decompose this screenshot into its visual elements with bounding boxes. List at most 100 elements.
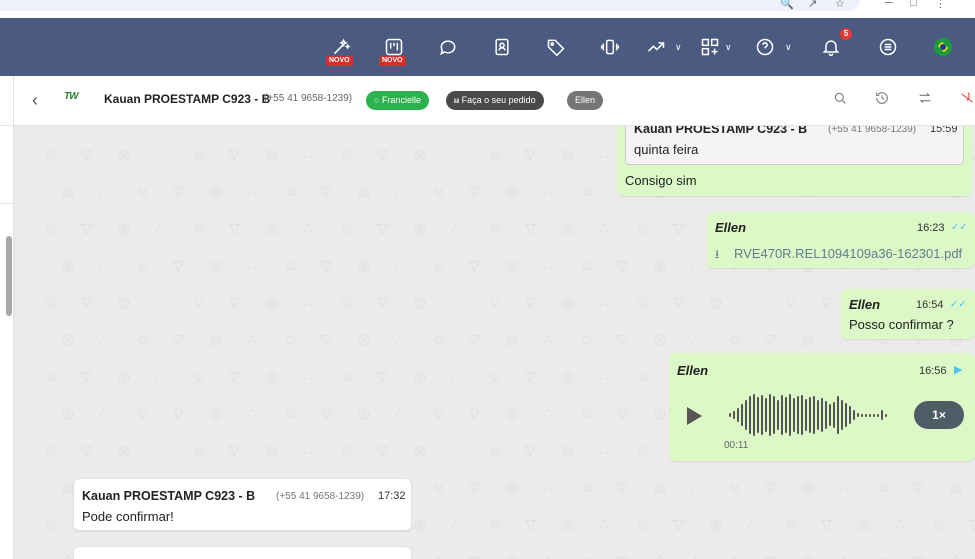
- brazil-flag-icon[interactable]: [934, 38, 952, 56]
- pattern-glyph: ∴: [394, 331, 404, 347]
- kanban-icon[interactable]: [383, 18, 405, 76]
- pattern-glyph: ◎: [506, 553, 518, 559]
- pattern-glyph: ◎: [357, 257, 370, 273]
- bookmark-star-icon[interactable]: ☆: [835, 0, 845, 10]
- chevron-down-icon[interactable]: ∨: [675, 42, 682, 53]
- pattern-glyph: ∴: [302, 146, 312, 162]
- pattern-glyph: ∴: [98, 331, 108, 347]
- message-sender: Kauan PROESTAMP C923 - B: [82, 489, 256, 503]
- double-check-icon: ✓✓: [951, 222, 968, 233]
- vibrate-phone-icon[interactable]: [598, 18, 622, 76]
- top-navigation-bar: NOVO NOVO ∨ ∨ ∨ 5: [0, 18, 975, 76]
- agent-tag[interactable]: ○ Francielle: [366, 91, 429, 110]
- pattern-glyph: ◎: [209, 183, 222, 199]
- pattern-glyph: ☺: [283, 183, 299, 199]
- pattern-glyph: ◎: [209, 331, 222, 347]
- trending-up-icon[interactable]: [645, 18, 667, 76]
- pattern-glyph: ☺: [487, 516, 503, 532]
- waveform-bar: [877, 413, 879, 417]
- message-text: Posso confirmar ?: [849, 317, 954, 332]
- magic-wand-icon[interactable]: [330, 18, 352, 76]
- pattern-glyph: ☺: [339, 146, 355, 162]
- user-tag[interactable]: Ellen: [567, 91, 604, 110]
- pattern-glyph: ☺: [191, 368, 207, 384]
- close-conversation-icon[interactable]: [959, 90, 975, 110]
- pattern-glyph: ☺: [432, 553, 446, 559]
- pattern-glyph: ▽: [172, 257, 184, 273]
- waveform-bar: [881, 410, 883, 420]
- file-link[interactable]: RVE470R.REL1094109a36-162301.pdf: [734, 246, 962, 261]
- pattern-glyph: ▽: [228, 146, 240, 162]
- pattern-glyph: ▽: [376, 294, 388, 310]
- pattern-glyph: ▽: [80, 294, 92, 310]
- pattern-glyph: ▽: [469, 553, 480, 559]
- waveform-bar: [845, 403, 847, 427]
- pattern-glyph: ∴: [302, 220, 312, 236]
- extensions-icon[interactable]: □: [910, 0, 917, 9]
- pattern-glyph: ∴: [894, 516, 904, 532]
- download-icon[interactable]: ⭳: [715, 245, 719, 266]
- chat-bubbles-icon[interactable]: [437, 18, 459, 76]
- order-tag[interactable]: ⩏ Faça o seu pedido: [446, 91, 544, 110]
- message-time: 16:23: [917, 222, 945, 234]
- pattern-glyph: ▽: [764, 479, 776, 495]
- pattern-glyph: ☺: [43, 220, 59, 236]
- contact-book-icon[interactable]: [491, 18, 513, 76]
- pattern-glyph: ▽: [616, 257, 628, 273]
- waveform-bar: [773, 396, 775, 434]
- chevron-down-icon[interactable]: ∨: [785, 42, 792, 53]
- history-icon[interactable]: [874, 90, 894, 110]
- pattern-glyph: ◎: [61, 331, 74, 347]
- pattern-glyph: ∴: [542, 257, 552, 273]
- pattern-glyph: ◎: [117, 368, 130, 384]
- pattern-glyph: ☺: [783, 294, 799, 310]
- audio-waveform[interactable]: [729, 393, 887, 437]
- help-icon[interactable]: [754, 18, 776, 76]
- transfer-icon[interactable]: [917, 90, 937, 110]
- incoming-message[interactable]: Kauan PROESTAMP C923 - B (+55 41 9658-12…: [73, 478, 412, 531]
- chat-messages-area: ☺ ▽ ◎ ∴ ☺ ▽ ◎ ∴ ☺ ▽ ◎ ∴ ☺ ▽ ◎ ∴ ☺ ▽ ◎ ∴ ☺ ▽ ◎ ∴ ☺ ▽ ◎ ∴ ☺ ▽ ◎ ∴ ☺ ▽ ◎ ∴ ☺ ▽ ◎ ∴…: [14, 126, 975, 559]
- pattern-glyph: ▽: [617, 553, 628, 559]
- quoted-text: quinta feira: [634, 142, 699, 157]
- outgoing-message[interactable]: Kauan PROESTAMP C923 - B (+55 41 9658-12…: [617, 126, 972, 196]
- scrollbar-thumb[interactable]: [6, 236, 12, 316]
- pattern-glyph: ▽: [820, 294, 832, 310]
- account-icon[interactable]: ─: [885, 0, 893, 9]
- outgoing-audio-message[interactable]: Ellen 16:56 ▶ 00:11 1×: [669, 353, 975, 461]
- play-icon[interactable]: [687, 407, 702, 425]
- pattern-glyph: ◎: [949, 479, 962, 495]
- address-bar[interactable]: [0, 0, 860, 11]
- waveform-bar: [821, 398, 823, 432]
- bell-icon[interactable]: [820, 18, 842, 76]
- search-icon[interactable]: [832, 90, 852, 110]
- pattern-glyph: ☺: [135, 405, 151, 421]
- pattern-glyph: ▽: [80, 442, 92, 458]
- back-arrow-icon[interactable]: ‹: [32, 90, 48, 110]
- pattern-glyph: ☺: [487, 146, 503, 162]
- quoted-message[interactable]: Kauan PROESTAMP C923 - B (+55 41 9658-12…: [625, 126, 964, 165]
- pattern-glyph: ☺: [191, 442, 207, 458]
- outgoing-file-message[interactable]: Ellen 16:23 ✓✓ ⭳ RVE470R.REL1094109a36-1…: [707, 212, 975, 268]
- menu-circle-icon[interactable]: [878, 18, 898, 76]
- share-icon[interactable]: ↗: [808, 0, 817, 10]
- playback-speed-button[interactable]: 1×: [914, 401, 964, 429]
- message-time: 16:56: [919, 365, 947, 377]
- chevron-down-icon[interactable]: ∨: [725, 42, 732, 53]
- apps-grid-icon[interactable]: [700, 18, 720, 76]
- incoming-message[interactable]: [73, 546, 412, 559]
- tag-icon[interactable]: [545, 18, 567, 76]
- flow-icon: ⩏: [454, 95, 460, 105]
- pattern-glyph: ▽: [320, 405, 332, 421]
- contact-name[interactable]: Kauan PROESTAMP C923 - B: [104, 92, 270, 106]
- pattern-glyph: ▽: [376, 146, 388, 162]
- pattern-glyph: ☺: [635, 294, 651, 310]
- pattern-glyph: ◎: [61, 257, 74, 273]
- pattern-glyph: ☺: [431, 331, 447, 347]
- menu-icon[interactable]: ⋮: [935, 0, 946, 10]
- novo-badge: NOVO: [379, 56, 406, 66]
- outgoing-message[interactable]: Ellen 16:54 ✓✓ Posso confirmar ?: [841, 289, 975, 339]
- whatsapp-icon: ○: [374, 95, 380, 105]
- pattern-glyph: ☺: [931, 516, 947, 532]
- pattern-glyph: ∴: [691, 553, 700, 559]
- zoom-icon[interactable]: 🔍: [780, 0, 794, 10]
